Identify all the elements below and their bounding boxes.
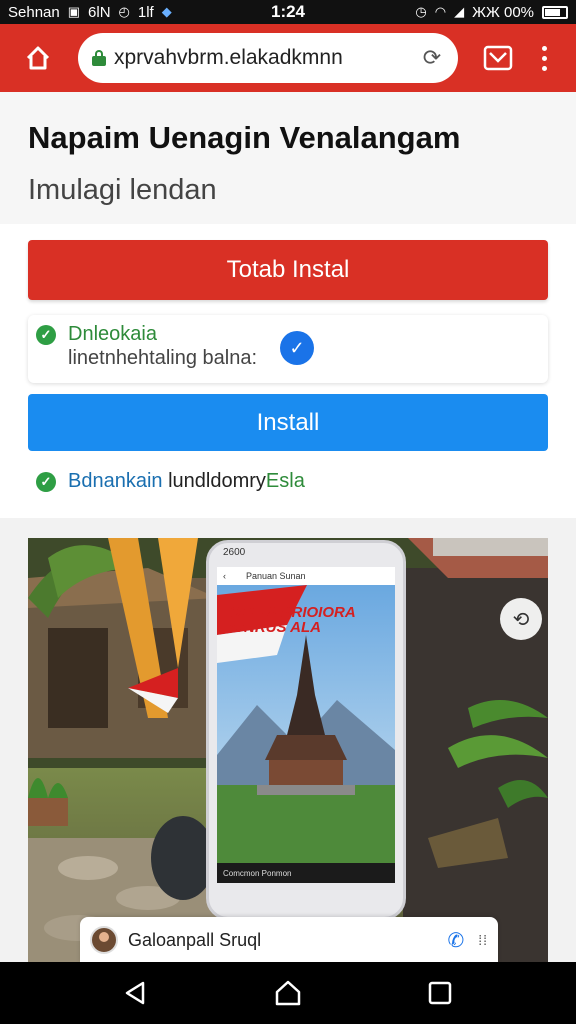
home-outline-icon bbox=[275, 980, 301, 1006]
rotate-icon[interactable]: ⟲ bbox=[500, 598, 542, 640]
phone-status-time: 2600 bbox=[223, 547, 246, 558]
back-button[interactable] bbox=[112, 969, 160, 1017]
info-text: linetnhehtaling balna: bbox=[68, 347, 258, 369]
page-subtitle: Imulagi lendan bbox=[28, 174, 217, 206]
info-title-row: ✓ Dnleokaia bbox=[36, 323, 157, 346]
banner-title: OBENHIIRIOIORA IUNRUS ALA bbox=[229, 604, 356, 636]
back-arrow-icon: ‹ bbox=[223, 571, 226, 581]
status-right: ◷ ◠ ◢ ЖЖ 00% bbox=[415, 4, 568, 21]
phone-app-title: Panuan Sunan bbox=[246, 571, 306, 581]
verify-text-part1: Bdnankain bbox=[68, 470, 163, 492]
browser-toolbar: xprvahvbrm.elakadkmnn ⟳ bbox=[0, 24, 576, 92]
dot-icon bbox=[541, 45, 547, 51]
alarm-icon: ◴ bbox=[118, 4, 130, 19]
battery-icon bbox=[542, 5, 568, 19]
primary-install-button[interactable]: Totab Instal bbox=[28, 240, 548, 300]
home-icon bbox=[26, 46, 50, 70]
square-icon bbox=[428, 981, 452, 1005]
url-text: xprvahvbrm.elakadkmnn bbox=[114, 46, 343, 69]
promo-image[interactable]: ⟲ 2600 ‹ Panuan Sunan OBENHIIRIOIORA IUN… bbox=[28, 538, 548, 962]
phone-call-icon[interactable]: ✆ bbox=[447, 928, 464, 953]
status-left: Sehnan ▣ 6lN ◴ 1lf ◆ bbox=[8, 4, 415, 21]
lock-icon bbox=[92, 50, 106, 66]
page-title: Napaim Uenagin Venalangam bbox=[28, 120, 461, 155]
phone-screen: ‹ Panuan Sunan OBENHIIRIOIORA IUNRUS ALA… bbox=[217, 567, 395, 883]
signal-icon: ◢ bbox=[454, 4, 465, 19]
verify-text-part2: lundldomry bbox=[168, 470, 266, 492]
phone-app-header: ‹ Panuan Sunan bbox=[217, 567, 395, 585]
check-icon: ✓ bbox=[36, 471, 56, 492]
avatar bbox=[90, 926, 118, 954]
home-button[interactable] bbox=[12, 32, 64, 84]
verify-text-part3: Esla bbox=[265, 470, 305, 492]
sim-icon: ▣ bbox=[67, 4, 81, 19]
data-label: 1lf bbox=[137, 3, 154, 21]
carrier-label: Sehnan bbox=[8, 3, 60, 21]
recents-button[interactable] bbox=[416, 969, 464, 1017]
navigation-bar bbox=[0, 962, 576, 1024]
reload-icon[interactable]: ⟳ bbox=[420, 45, 444, 70]
diamond-icon: ◆ bbox=[161, 4, 172, 19]
home-nav-button[interactable] bbox=[264, 969, 312, 1017]
install-button[interactable]: Install bbox=[28, 394, 548, 451]
more-options-icon[interactable]: ⁞⁞ bbox=[478, 932, 488, 948]
page-header: Napaim Uenagin Venalangam Imulagi lendan bbox=[0, 92, 576, 224]
info-title: Dnleokaia bbox=[68, 323, 157, 345]
info-card: ✓ Dnleokaia linetnhehtaling balna: ✓ bbox=[28, 315, 548, 383]
tabs-button[interactable] bbox=[472, 32, 524, 84]
status-bar: Sehnan ▣ 6lN ◴ 1lf ◆ 1:24 ◷ ◠ ◢ ЖЖ 00% bbox=[0, 0, 576, 24]
verified-badge-icon: ✓ bbox=[280, 331, 314, 365]
battery-text: ЖЖ 00% bbox=[472, 3, 534, 21]
install-card: Totab Instal ✓ Dnleokaia linetnhehtaling… bbox=[0, 224, 576, 518]
verify-row: ✓ Bdnankain lundldomryEsla bbox=[36, 470, 305, 493]
dot-icon bbox=[541, 55, 547, 61]
back-triangle-icon bbox=[125, 981, 145, 1005]
phone-mockup: 2600 ‹ Panuan Sunan OBENHIIRIOIORA IUNRU… bbox=[206, 540, 406, 920]
contact-name: Galoanpall Sruql bbox=[128, 929, 262, 950]
alarm-clock-icon: ◷ bbox=[415, 4, 427, 19]
mail-icon bbox=[483, 45, 513, 71]
overflow-menu-button[interactable] bbox=[524, 32, 564, 84]
phone-footer-bar: Comcmon Ponmon bbox=[217, 863, 395, 883]
contact-chip[interactable]: Galoanpall Sruql ✆ ⁞⁞ bbox=[80, 917, 498, 963]
check-icon: ✓ bbox=[36, 324, 56, 345]
sim-label: 6lN bbox=[88, 3, 111, 21]
wifi-icon: ◠ bbox=[434, 4, 447, 19]
dot-icon bbox=[541, 65, 547, 71]
address-bar[interactable]: xprvahvbrm.elakadkmnn ⟳ bbox=[78, 33, 458, 83]
